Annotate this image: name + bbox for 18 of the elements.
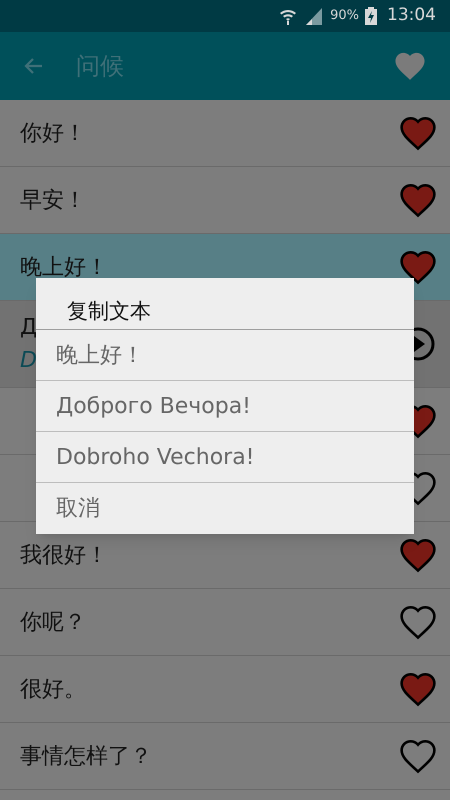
dialog-option[interactable]: Dobroho Vechora!: [36, 432, 414, 483]
phrase-text: 早安！: [20, 186, 86, 214]
filled-heart-icon[interactable]: [398, 249, 438, 285]
phrase-text: 你呢？: [20, 608, 86, 636]
phrase-text: 事情怎样了？: [20, 742, 152, 770]
signal-icon: [304, 6, 324, 26]
dialog-title: 复制文本: [36, 278, 414, 330]
phrase-text: 你好！: [20, 120, 86, 148]
charging-battery-icon: [365, 7, 377, 25]
dialog-option[interactable]: Доброго Вечора!: [36, 381, 414, 432]
dialog-option[interactable]: 晚上好！: [36, 330, 414, 381]
battery-percentage: 90%: [330, 7, 359, 26]
clock: 13:04: [387, 4, 436, 28]
phrase-text: 我很好！: [20, 542, 108, 570]
phrase-text: 很好。: [20, 676, 86, 704]
phrase-text: Д: [20, 314, 38, 342]
transliteration-text: D: [20, 347, 38, 375]
screen-title: 问候: [76, 51, 124, 82]
